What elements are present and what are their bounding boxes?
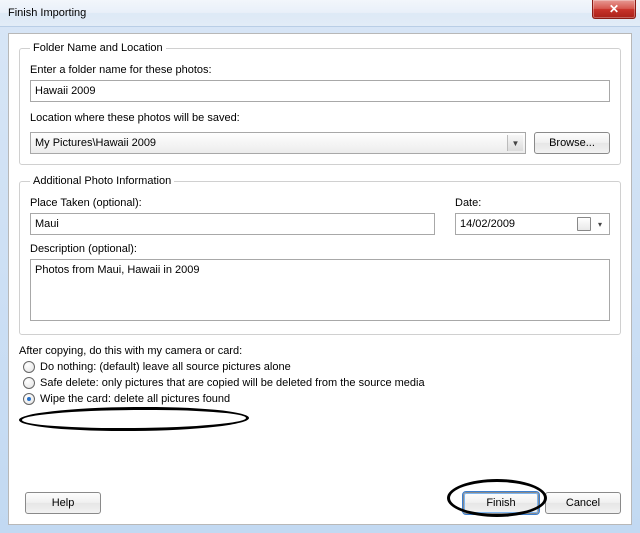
help-button[interactable]: Help — [25, 492, 101, 514]
radio-wipe-card[interactable]: Wipe the card: delete all pictures found — [23, 393, 621, 405]
radio-label: Wipe the card: delete all pictures found — [40, 393, 230, 405]
radio-safe-delete[interactable]: Safe delete: only pictures that are copi… — [23, 377, 621, 389]
window-title: Finish Importing — [8, 7, 86, 19]
desc-label: Description (optional): — [30, 243, 610, 255]
folder-fieldset: Folder Name and Location Enter a folder … — [19, 42, 621, 165]
folder-name-input[interactable] — [30, 80, 610, 102]
calendar-icon — [577, 217, 591, 231]
radio-icon — [23, 361, 35, 373]
cancel-button[interactable]: Cancel — [545, 492, 621, 514]
folder-legend: Folder Name and Location — [30, 42, 166, 54]
place-input[interactable] — [30, 213, 435, 235]
close-icon: ✕ — [609, 2, 619, 16]
location-label: Location where these photos will be save… — [30, 112, 610, 124]
after-copy-label: After copying, do this with my camera or… — [19, 345, 621, 357]
radio-icon — [23, 377, 35, 389]
dialog-content: Folder Name and Location Enter a folder … — [8, 33, 632, 525]
chevron-down-icon: ▼ — [507, 135, 523, 151]
date-label: Date: — [455, 197, 610, 209]
date-value: 14/02/2009 — [460, 218, 515, 230]
annotation-oval — [19, 406, 249, 432]
finish-button[interactable]: Finish — [463, 492, 539, 514]
titlebar: Finish Importing ✕ — [0, 0, 640, 27]
folder-name-label: Enter a folder name for these photos: — [30, 64, 610, 76]
info-legend: Additional Photo Information — [30, 175, 174, 187]
browse-button[interactable]: Browse... — [534, 132, 610, 154]
dialog-footer: Help Finish Cancel — [19, 492, 621, 514]
chevron-down-icon: ▾ — [593, 220, 607, 229]
radio-do-nothing[interactable]: Do nothing: (default) leave all source p… — [23, 361, 621, 373]
description-input[interactable] — [30, 259, 610, 321]
place-label: Place Taken (optional): — [30, 197, 435, 209]
after-copy-radio-group: Do nothing: (default) leave all source p… — [23, 361, 621, 405]
radio-icon — [23, 393, 35, 405]
radio-label: Safe delete: only pictures that are copi… — [40, 377, 425, 389]
info-fieldset: Additional Photo Information Place Taken… — [19, 175, 621, 335]
location-dropdown[interactable]: My Pictures\Hawaii 2009 ▼ — [30, 132, 526, 154]
close-button[interactable]: ✕ — [592, 0, 636, 19]
location-value: My Pictures\Hawaii 2009 — [35, 137, 156, 149]
radio-label: Do nothing: (default) leave all source p… — [40, 361, 291, 373]
date-picker[interactable]: 14/02/2009 ▾ — [455, 213, 610, 235]
